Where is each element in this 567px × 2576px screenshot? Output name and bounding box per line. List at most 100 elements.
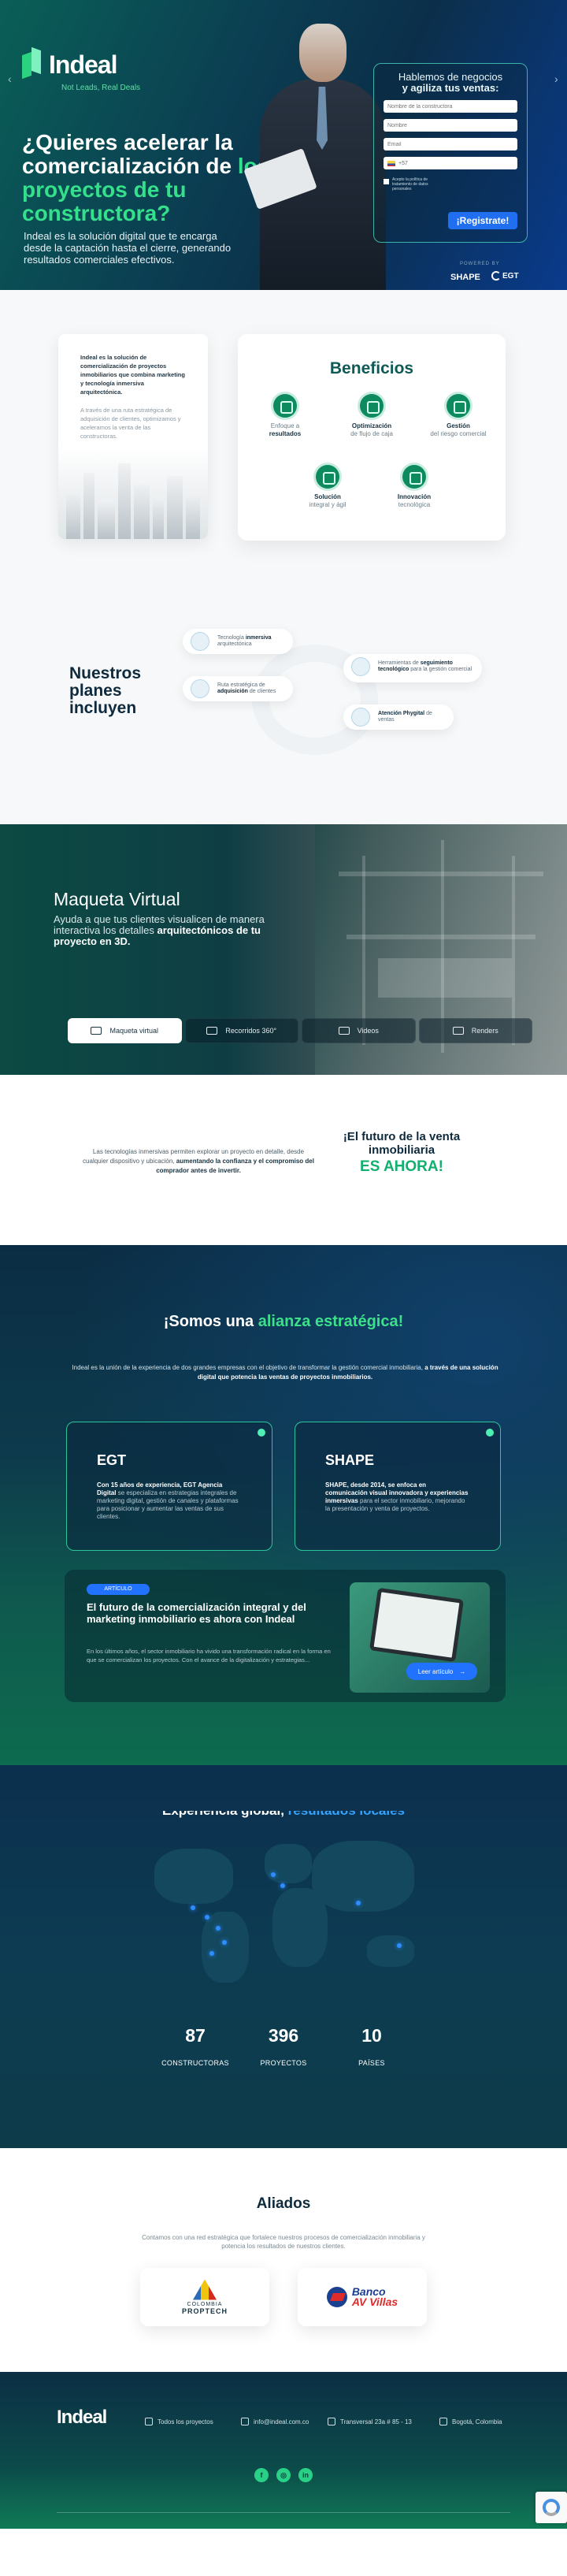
name-field[interactable] [384,119,517,132]
target-icon [273,394,297,418]
benefit-innovation: Innovación tecnológica [375,465,454,509]
map-marker[interactable] [205,1915,209,1920]
render-icon [452,1027,464,1035]
solution-icon [316,465,339,489]
map-marker[interactable] [222,1940,227,1945]
footer-projects-link[interactable]: Todos los proyectos [145,2418,213,2425]
vr-icon [191,632,209,651]
plan-item-immersive: Tecnología inmersiva arquitectónica [183,629,293,654]
checkbox-icon[interactable] [384,179,389,184]
phygital-icon [351,708,370,727]
map-marker[interactable] [271,1872,276,1877]
chevron-left-icon[interactable]: ‹ [8,72,12,85]
footer: Indeal Todos los proyectos info@indeal.c… [0,2372,567,2529]
tracking-icon [351,657,370,676]
location-icon [439,2418,447,2425]
article-card: ARTÍCULO El futuro de la comercializació… [65,1570,506,1702]
colombia-proptech-icon [192,2279,217,2300]
plans-title: Nuestros planes incluyen [69,664,142,717]
media-tabs: Maqueta virtual Recorridos 360° Videos R… [68,1018,532,1043]
plan-item-tracking: Herramientas de seguimiento tecnológico … [343,654,482,682]
read-article-button[interactable]: Leer artículo → [406,1663,477,1680]
benefits-section: Indeal es la solución de comercializació… [0,290,567,589]
contact-form: Hablemos de negocios y agiliza tus ventas… [373,63,528,243]
colombia-flag-icon[interactable] [387,160,395,166]
register-button[interactable]: ¡Registrate! [448,212,517,229]
egt-card-text: Con 15 años de experiencia, EGT Agencia … [97,1481,239,1520]
logo-mark-icon [22,49,43,80]
consent-checkbox[interactable]: Acepto la política de tratamiento de dat… [384,177,517,191]
phone-prefix: +57 [398,160,408,166]
experience-title: Experiencia global, resultados locales [161,1803,406,1818]
av-villas-icon [326,2287,347,2307]
mail-icon [241,2418,249,2425]
route-icon [191,679,209,698]
benefits-title: Beneficios [329,359,414,377]
shape-logo: SHAPE [450,273,480,282]
tab-virtual-model[interactable]: Maqueta virtual [68,1018,182,1043]
hero-businessman-image [243,24,386,290]
intro-text-bold: Indeal es la solución de comercializació… [80,354,185,396]
tab-tours[interactable]: Recorridos 360° [184,1018,298,1043]
footer-logo[interactable]: Indeal [57,2407,107,2429]
shape-card: SHAPE SHAPE, desde 2014, se enfoca en co… [295,1422,501,1551]
partner-colombia-proptech[interactable]: COLOMBIA PROPTECH [140,2268,269,2326]
recaptcha-icon [543,2499,560,2516]
stat-countries: 10 PAÍSES [358,2025,385,2067]
footer-city: Bogotá, Colombia [439,2418,502,2425]
partners-section: Aliados Contamos con una red estratégica… [0,2148,567,2372]
tour-360-icon [206,1027,218,1035]
alliance-title: ¡Somos una alianza estratégica! [163,1313,404,1330]
future-title-line1: ¡El futuro de la venta inmobiliaria [343,1130,461,1157]
hero-title: ¿Quieres acelerar la comercialización de… [22,131,282,225]
article-title[interactable]: El futuro de la comercialización integra… [87,1601,346,1625]
hero-title-line1: ¿Quieres acelerar la comercialización de [22,130,233,178]
linkedin-icon[interactable]: in [298,2468,313,2482]
tab-videos[interactable]: Videos [302,1018,416,1043]
footer-email[interactable]: info@indeal.com.co [241,2418,309,2425]
tablet-image: Leer artículo → [350,1582,490,1693]
innovation-icon [402,465,426,489]
plan-item-phygital: Atención Phygital de ventas [343,704,454,730]
facebook-icon[interactable]: f [254,2468,269,2482]
form-title: Hablemos de negocios y agiliza tus ventas… [398,71,503,94]
brand-logo[interactable]: Indeal Not Leads, Real Deals [22,49,140,93]
chevron-right-icon[interactable]: › [554,72,558,85]
egt-card: EGT Con 15 años de experiencia, EGT Agen… [66,1422,272,1551]
cashflow-icon [360,394,384,418]
immersive-text: Las tecnologías inmersivas permiten expl… [83,1148,314,1174]
benefit-solution: Solución integral y ágil [288,465,367,509]
map-marker[interactable] [209,1951,214,1956]
alliance-description: Indeal es la unión de la experiencia de … [72,1364,498,1381]
virtual-model-text: Ayuda a que tus clientes visualicen de m… [54,913,265,947]
partners-title: Aliados [256,2195,311,2212]
virtual-model-section: Maqueta Virtual Ayuda a que tus clientes… [0,824,567,1075]
footer-divider [57,2512,510,2513]
video-icon [338,1027,350,1035]
map-marker[interactable] [280,1883,285,1888]
email-field[interactable] [384,138,517,151]
benefit-results: Enfoque a resultados [246,394,324,438]
map-marker[interactable] [216,1926,220,1931]
city-render-image [58,446,208,539]
cube-icon [145,2418,153,2425]
consent-label: Acepto la política de tratamiento de dat… [392,177,428,191]
experience-section: Experiencia global, resultados locales 8… [0,1765,567,2148]
powered-by-label: POWERED BY [460,262,500,266]
status-dot [258,1429,265,1437]
instagram-icon[interactable]: ◎ [276,2468,291,2482]
tab-renders[interactable]: Renders [418,1018,532,1043]
future-title-line2: ES AHORA! [360,1158,443,1175]
partner-av-villas[interactable]: Banco AV Villas [298,2268,427,2326]
map-marker[interactable] [356,1901,361,1905]
risk-icon [447,394,470,418]
world-map [146,1833,417,1998]
map-marker[interactable] [397,1943,402,1948]
egt-logo: EGT [491,271,519,281]
recaptcha-badge[interactable] [536,2492,567,2523]
map-marker[interactable] [191,1905,195,1910]
future-section: Las tecnologías inmersivas permiten expl… [0,1075,567,1245]
company-field[interactable] [384,100,517,113]
phone-field[interactable]: +57 [384,157,517,169]
partners-description: Contamos con una red estratégica que for… [142,2234,425,2250]
